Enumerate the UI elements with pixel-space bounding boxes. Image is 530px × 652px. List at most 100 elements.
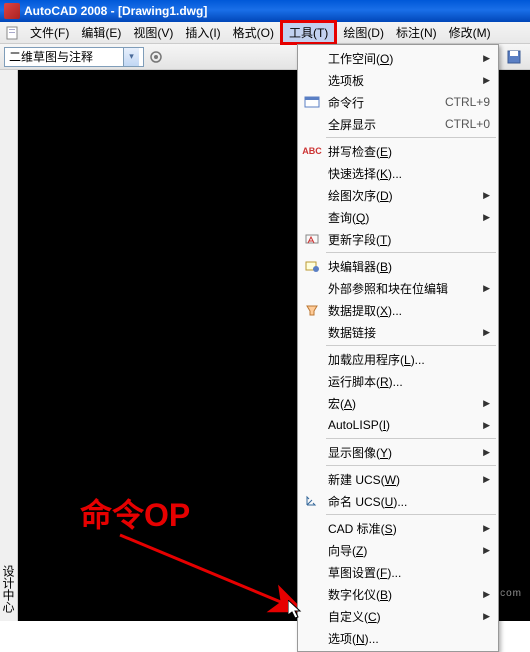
blank-icon	[302, 208, 322, 226]
chevron-down-icon[interactable]: ▾	[123, 48, 139, 66]
menu-item[interactable]: 自定义(C)▶	[298, 605, 498, 627]
menu-item[interactable]: 快速选择(K)...	[298, 162, 498, 184]
menu-item-label: 外部参照和块在位编辑	[328, 280, 477, 297]
menu-item-label: 更新字段(T)	[328, 231, 490, 248]
submenu-arrow-icon: ▶	[483, 545, 490, 556]
blank-icon	[302, 186, 322, 204]
menu-item-label: 数字化仪(B)	[328, 586, 477, 603]
menu-item-label: 拼写检查(E)	[328, 143, 490, 160]
blank-icon	[302, 443, 322, 461]
blank-icon	[302, 394, 322, 412]
menu-item[interactable]: 加载应用程序(L)...	[298, 348, 498, 370]
menu-item[interactable]: 命名 UCS(U)...	[298, 490, 498, 512]
menu-item[interactable]: 数字化仪(B) ▶	[298, 583, 498, 605]
menu-shortcut: CTRL+0	[445, 117, 490, 131]
menu-item[interactable]: AutoLISP(I)▶	[298, 414, 498, 436]
cursor-icon	[288, 600, 304, 620]
menu-separator	[326, 345, 496, 346]
blank-icon	[302, 350, 322, 368]
submenu-arrow-icon: ▶	[483, 523, 490, 534]
workspace-combo[interactable]: 二维草图与注释 ▾	[4, 47, 144, 67]
menu-insert[interactable]: 插入(I)	[179, 22, 226, 43]
menu-item[interactable]: 运行脚本(R)...	[298, 370, 498, 392]
menu-item[interactable]: 新建 UCS(W)▶	[298, 468, 498, 490]
menu-item-label: 选项板	[328, 72, 477, 89]
blank-icon	[302, 323, 322, 341]
blank-icon	[302, 470, 322, 488]
menu-item[interactable]: 选项(N)...	[298, 627, 498, 649]
menu-file[interactable]: 文件(F)	[24, 22, 75, 43]
submenu-arrow-icon: ▶	[483, 589, 490, 600]
menu-item[interactable]: ABC拼写检查(E)	[298, 140, 498, 162]
menu-item-label: 数据链接	[328, 324, 477, 341]
blank-icon	[302, 164, 322, 182]
menu-edit[interactable]: 编辑(E)	[75, 22, 127, 43]
menu-item[interactable]: 更新字段(T)	[298, 228, 498, 250]
submenu-arrow-icon: ▶	[483, 53, 490, 64]
menu-item[interactable]: CAD 标准(S)▶	[298, 517, 498, 539]
tool-save-icon[interactable]	[503, 46, 525, 68]
submenu-arrow-icon: ▶	[483, 327, 490, 338]
menu-item[interactable]: 选项板 ▶	[298, 69, 498, 91]
menu-item-label: 向导(Z)	[328, 542, 477, 559]
menu-item[interactable]: 块编辑器(B)	[298, 255, 498, 277]
submenu-arrow-icon: ▶	[483, 75, 490, 86]
menu-dim[interactable]: 标注(N)	[390, 22, 443, 43]
menu-item-label: 新建 UCS(W)	[328, 471, 477, 488]
side-panel[interactable]: 设计中心	[0, 70, 18, 621]
menu-item[interactable]: 数据提取(X)...	[298, 299, 498, 321]
menu-item[interactable]: 命令行CTRL+9	[298, 91, 498, 113]
menu-modify[interactable]: 修改(M)	[443, 22, 497, 43]
menu-separator	[326, 252, 496, 253]
menu-item-label: 显示图像(Y)	[328, 444, 477, 461]
menu-item[interactable]: 显示图像(Y)▶	[298, 441, 498, 463]
combo-value: 二维草图与注释	[9, 48, 93, 65]
field-icon	[302, 230, 322, 248]
cmd-icon	[302, 93, 322, 111]
menu-separator	[326, 514, 496, 515]
menu-item[interactable]: 查询(Q)▶	[298, 206, 498, 228]
menu-item-label: 加载应用程序(L)...	[328, 351, 490, 368]
menu-separator	[326, 465, 496, 466]
blank-icon	[302, 519, 322, 537]
menu-item[interactable]: 向导(Z) ▶	[298, 539, 498, 561]
menu-item[interactable]: 草图设置(F)...	[298, 561, 498, 583]
menu-item-label: 数据提取(X)...	[328, 302, 490, 319]
menu-item[interactable]: 工作空间(O) ▶	[298, 47, 498, 69]
submenu-arrow-icon: ▶	[483, 398, 490, 409]
blank-icon	[302, 607, 322, 625]
menu-view[interactable]: 视图(V)	[127, 22, 179, 43]
menu-tools[interactable]: 工具(T)	[280, 20, 337, 45]
menu-shortcut: CTRL+9	[445, 95, 490, 109]
menu-item-label: 运行脚本(R)...	[328, 373, 490, 390]
document-icon[interactable]	[6, 26, 20, 40]
submenu-arrow-icon: ▶	[483, 190, 490, 201]
menu-bar: 文件(F) 编辑(E) 视图(V) 插入(I) 格式(O) 工具(T) 绘图(D…	[0, 22, 530, 44]
menu-separator	[326, 137, 496, 138]
menu-item-label: AutoLISP(I)	[328, 418, 477, 432]
menu-item-label: 块编辑器(B)	[328, 258, 490, 275]
menu-item[interactable]: 绘图次序(D)▶	[298, 184, 498, 206]
menu-item[interactable]: 全屏显示CTRL+0	[298, 113, 498, 135]
blank-icon	[302, 372, 322, 390]
menu-item[interactable]: 宏(A) ▶	[298, 392, 498, 414]
menu-item[interactable]: 外部参照和块在位编辑 ▶	[298, 277, 498, 299]
menu-item-label: 选项(N)...	[328, 630, 490, 647]
menu-item-label: 宏(A)	[328, 395, 477, 412]
blank-icon	[302, 563, 322, 581]
blank-icon	[302, 585, 322, 603]
annotation-text: 命令OP	[80, 490, 190, 536]
block-icon	[302, 257, 322, 275]
ucs-icon	[302, 492, 322, 510]
blank-icon	[302, 71, 322, 89]
title-bar: AutoCAD 2008 - [Drawing1.dwg]	[0, 0, 530, 22]
menu-draw[interactable]: 绘图(D)	[337, 22, 390, 43]
submenu-arrow-icon: ▶	[483, 283, 490, 294]
tool-gear-icon[interactable]	[145, 46, 167, 68]
menu-item-label: 工作空间(O)	[328, 50, 477, 67]
menu-format[interactable]: 格式(O)	[227, 22, 280, 43]
blank-icon	[302, 629, 322, 647]
menu-item[interactable]: 数据链接 ▶	[298, 321, 498, 343]
side-panel-label: 设计中心	[0, 557, 17, 621]
menu-separator	[326, 438, 496, 439]
